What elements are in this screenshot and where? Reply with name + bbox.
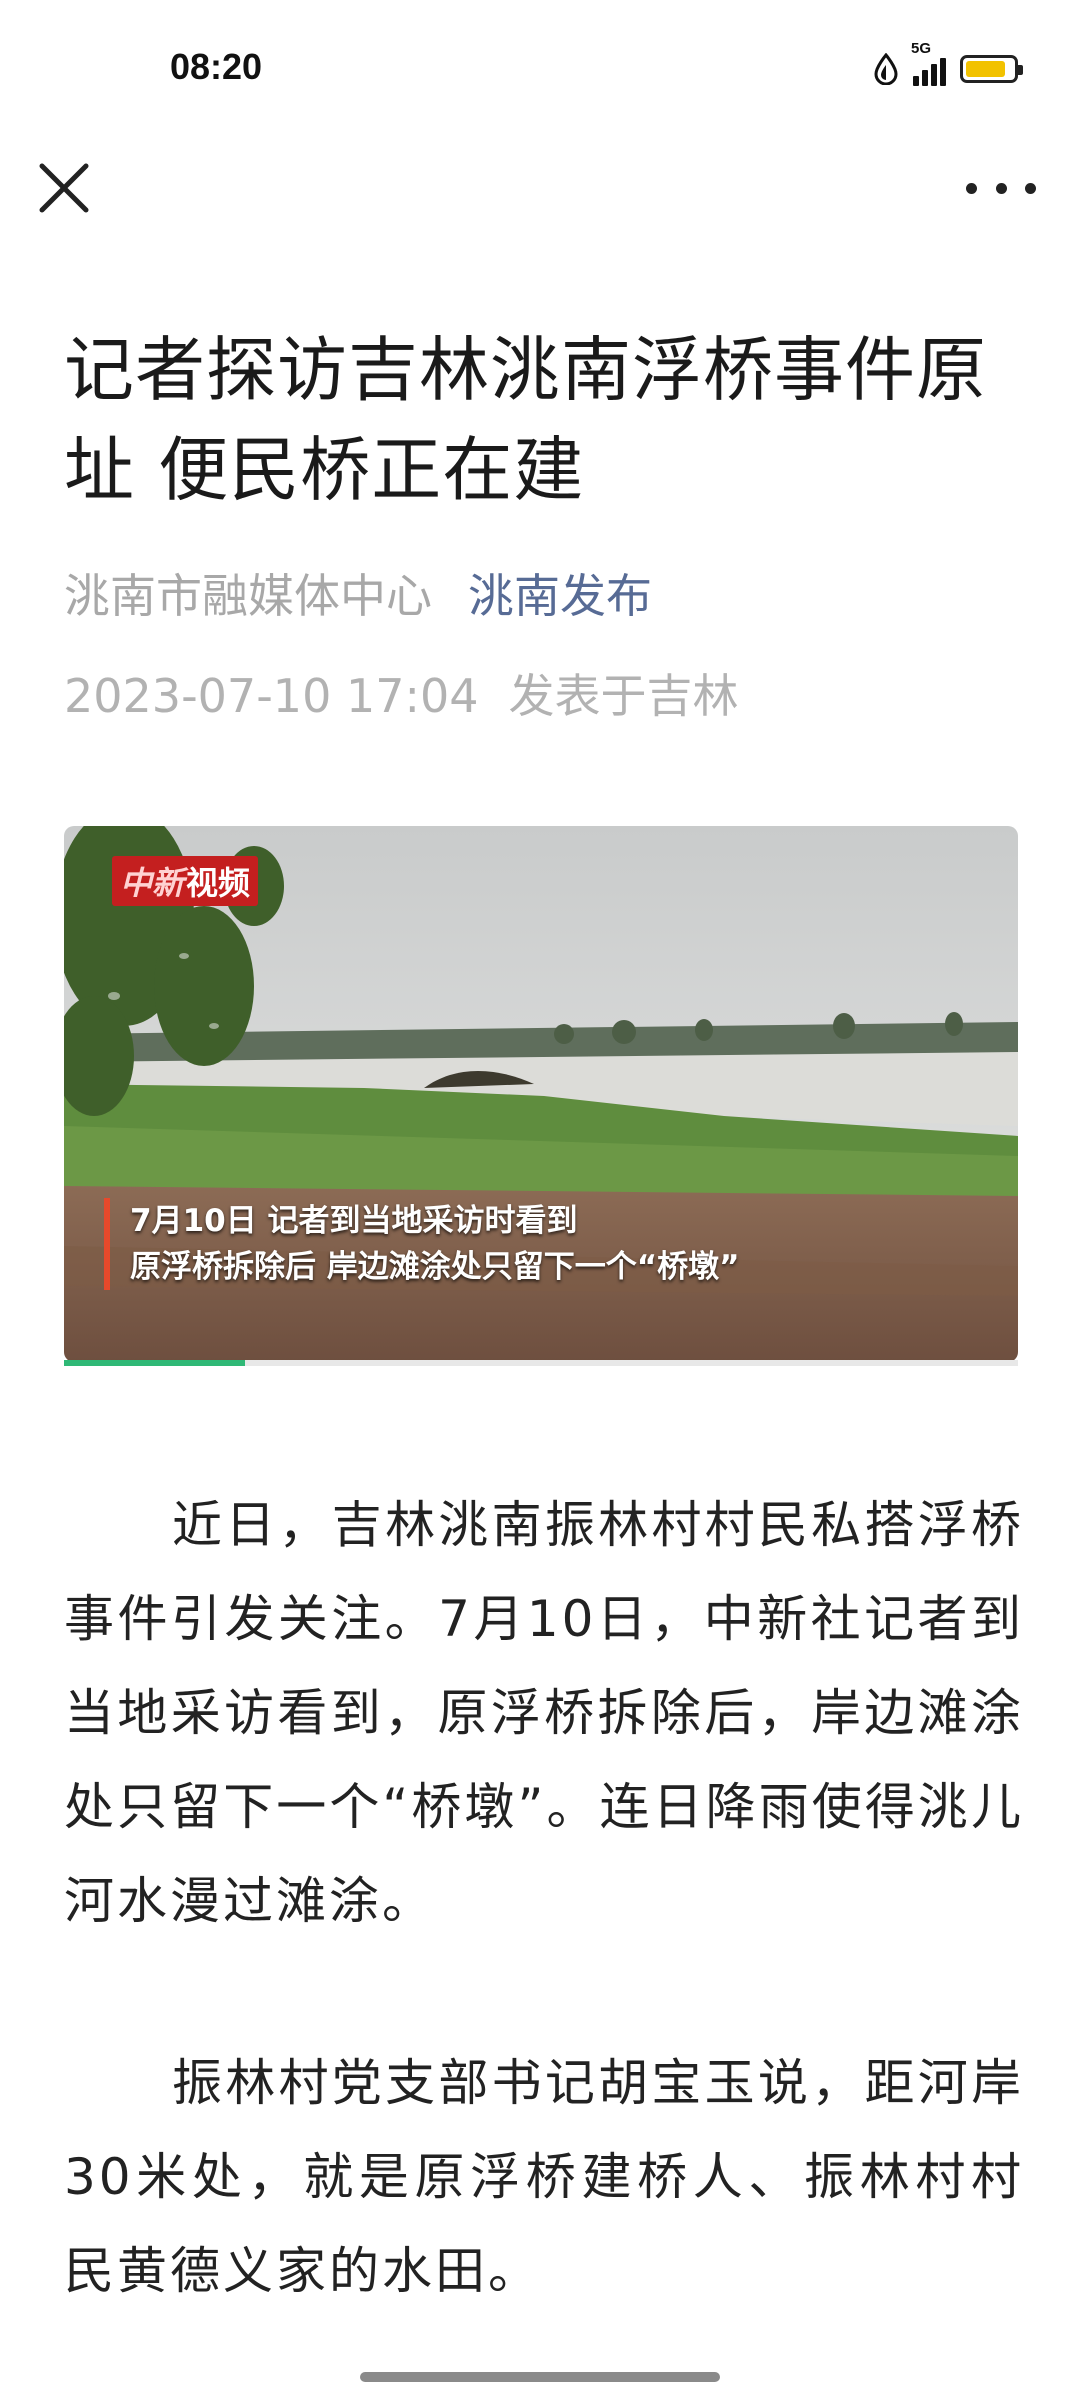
battery-level-fill [966,61,1006,77]
video-player[interactable]: 中新视频 7月10日 记者到当地采访时看到 原浮桥拆除后 岸边滩涂处只留下一个“… [64,826,1018,1362]
network-type-label: 5G [911,40,932,57]
publish-date: 2023-07-10 17:04 [64,669,479,723]
article-title: 记者探访吉林洮南浮桥事件原址 便民桥正在建 [64,329,987,511]
status-icons: 5G [873,40,1023,92]
video-brand-logo: 中新视频 [112,856,259,906]
video-progress-bar[interactable] [64,1360,1018,1366]
close-icon [39,163,89,213]
video-caption: 7月10日 记者到当地采访时看到 原浮桥拆除后 岸边滩涂处只留下一个“桥墩” [104,1198,740,1290]
article-meta-source: 洮南市融媒体中心 洮南发布 [64,560,652,626]
status-bar: 08:20 5G [0,0,1080,130]
publish-location: 发表于吉林 [508,669,739,723]
source-name: 洮南市融媒体中心 [64,569,432,623]
status-time: 08:20 [170,46,263,87]
article-meta-date: 2023-07-10 17:04 发表于吉林 [64,660,739,726]
signal-icon: 5G [911,40,946,86]
close-button[interactable] [36,160,92,216]
home-indicator[interactable] [360,2372,720,2382]
caption-line-2: 原浮桥拆除后 岸边滩涂处只留下一个“桥墩” [130,1249,740,1285]
more-options-button[interactable] [966,168,1036,208]
caption-line-1: 7月10日 记者到当地采访时看到 [130,1203,578,1239]
article-topbar [0,140,1080,250]
video-progress-fill [64,1360,246,1366]
account-link[interactable]: 洮南发布 [468,569,652,623]
more-dots-icon [966,182,977,194]
article-paragraph: 近日，吉林洮南振林村村民私搭浮桥事件引发关注。7月10日，中新社记者到当地采访看… [64,1496,1024,1930]
battery-icon [960,55,1023,83]
data-saver-icon [874,53,898,85]
article-paragraph: 振林村党支部书记胡宝玉说，距河岸30米处，就是原浮桥建桥人、振林村村民黄德义家的… [64,2054,1024,2300]
